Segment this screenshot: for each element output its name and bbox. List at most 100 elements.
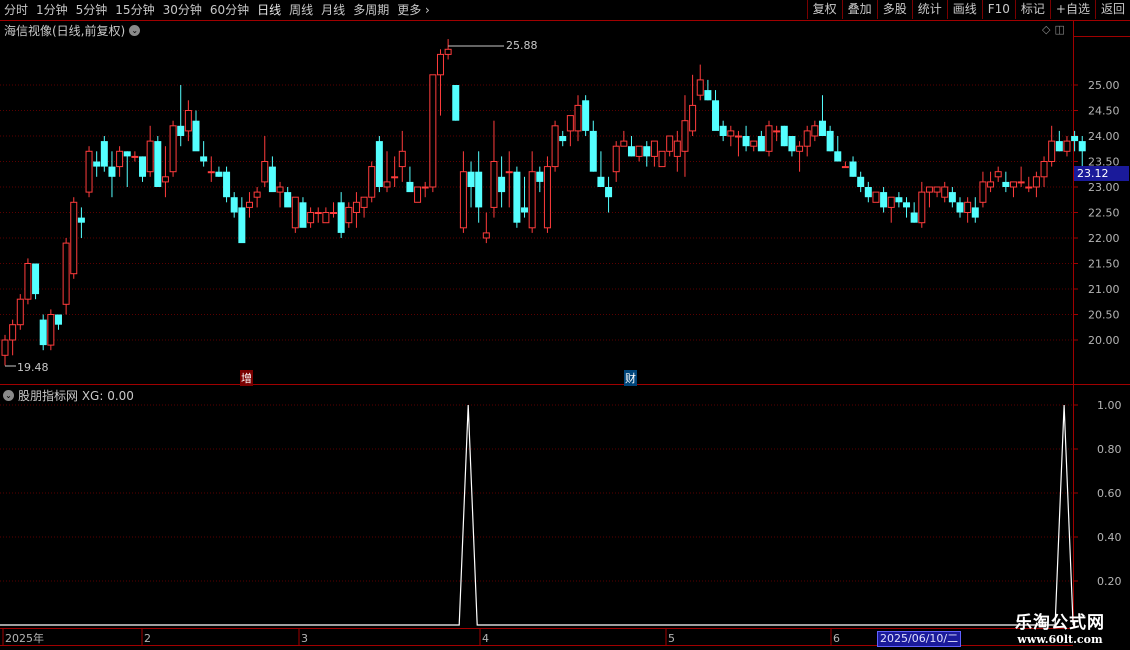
candle-body-up [612,145,620,173]
candle-body-up [681,120,689,152]
candle-body-up [352,201,360,214]
time-label: 2 [144,632,151,645]
candle-body-up [1032,176,1040,188]
candle-body-down [452,85,460,121]
candle-body-up [184,110,192,132]
candle-body-up [696,79,704,96]
signal-cai[interactable]: 财 [624,370,637,386]
candle-body-down [742,136,750,147]
candle-body-up [765,125,773,152]
kline-chart[interactable]: 25.0024.5024.0023.5023.0022.5022.0021.50… [0,0,1130,650]
candle-body-down [521,207,529,213]
candle-body-down [1002,181,1010,187]
signal-zeng[interactable]: 增 [240,370,253,386]
candle-body-down [627,146,635,157]
price-label: 23.00 [1088,181,1120,194]
candle-body-down [1055,141,1063,152]
candle-body-up [360,196,368,208]
candle-body-down [605,187,613,198]
candle-body-up [207,171,215,174]
candle-body-down [467,171,475,187]
candle-body-up [70,201,78,275]
candle-body-down [536,171,544,182]
candle-body-up [673,140,681,157]
candle-body-down [123,151,131,157]
candle-body-up [979,181,987,203]
candle-body-up [994,171,1002,178]
candle-body-down [780,125,788,147]
candle-body-up [750,140,758,147]
indicator-title-text: 股朋指标网 XG: 0.00 [18,389,134,403]
candle-body-down [757,136,765,152]
candle-body-up [161,176,169,183]
candle-body-down [559,136,567,142]
candle-body-down [200,156,208,162]
candle-body-up [62,242,70,305]
candle-body-up [620,140,628,147]
candle-body-up [574,104,582,132]
candle-body-down [895,197,903,203]
candle-body-down [223,171,231,198]
candle-body-up [490,161,498,208]
candle-body-down [643,146,651,157]
candle-body-up [803,130,811,147]
candle-body-up [666,135,674,152]
candle-body-up [429,74,437,188]
candle-body-down [826,130,834,152]
price-label: 21.00 [1088,283,1120,296]
current-price-tag: 23.12 [1074,166,1129,181]
selected-date-tag: 2025/06/10/二 [877,631,962,647]
indicator-title: ⌄ 股朋指标网 XG: 0.00 [3,387,134,404]
candle-body-up [933,186,941,193]
candle-body-down [337,202,345,233]
candle-body-up [253,191,261,198]
time-label: 5 [668,632,675,645]
time-label: 4 [482,632,489,645]
candle-body-down [32,263,40,295]
candle-body-down [1071,136,1079,142]
candle-body-up [566,115,574,132]
candle-body-up [276,186,284,193]
candle-body-down [719,125,727,136]
indicator-label: 0.20 [1097,575,1122,588]
candle-body-up [9,324,17,341]
candle-body-down [910,212,918,223]
price-label: 20.00 [1088,334,1120,347]
price-label: 22.50 [1088,207,1120,220]
price-label: 24.50 [1088,105,1120,118]
candle-body-down [299,202,307,228]
candle-body-up [24,263,32,300]
candle-body-down [284,192,292,208]
candle-body-down [192,120,200,152]
candle-body-down [238,207,246,244]
candle-body-down [177,125,185,136]
candle-body-down [971,207,979,218]
price-label: 22.00 [1088,232,1120,245]
candle-body-down [956,202,964,213]
candle-body-up [918,191,926,224]
candle-body-up [261,161,269,183]
candle-body-up [773,130,781,133]
candle-body-up [689,104,697,132]
indicator-label: 1.00 [1097,399,1122,412]
candle-body-down [100,141,108,167]
candle-body-up [1,339,9,356]
candle-body-up [146,140,154,173]
candle-body-up [16,298,24,326]
chevron-down-icon[interactable]: ⌄ [3,390,14,401]
candle-body-up [85,150,93,193]
candle-body-down [1078,141,1086,152]
candle-body-up [635,145,643,157]
price-label: 21.50 [1088,258,1120,271]
candle-body-down [108,166,116,177]
xg-indicator-line [0,404,1074,626]
candle-body-up [459,171,467,229]
candle-body-down [475,171,483,208]
candle-body-down [268,166,276,193]
candle-body-up [330,212,338,214]
candle-body-up [650,140,658,157]
price-label: 24.00 [1088,130,1120,143]
candle-body-up [322,212,330,224]
candle-body-up [796,145,804,152]
candle-body-down [582,100,590,131]
